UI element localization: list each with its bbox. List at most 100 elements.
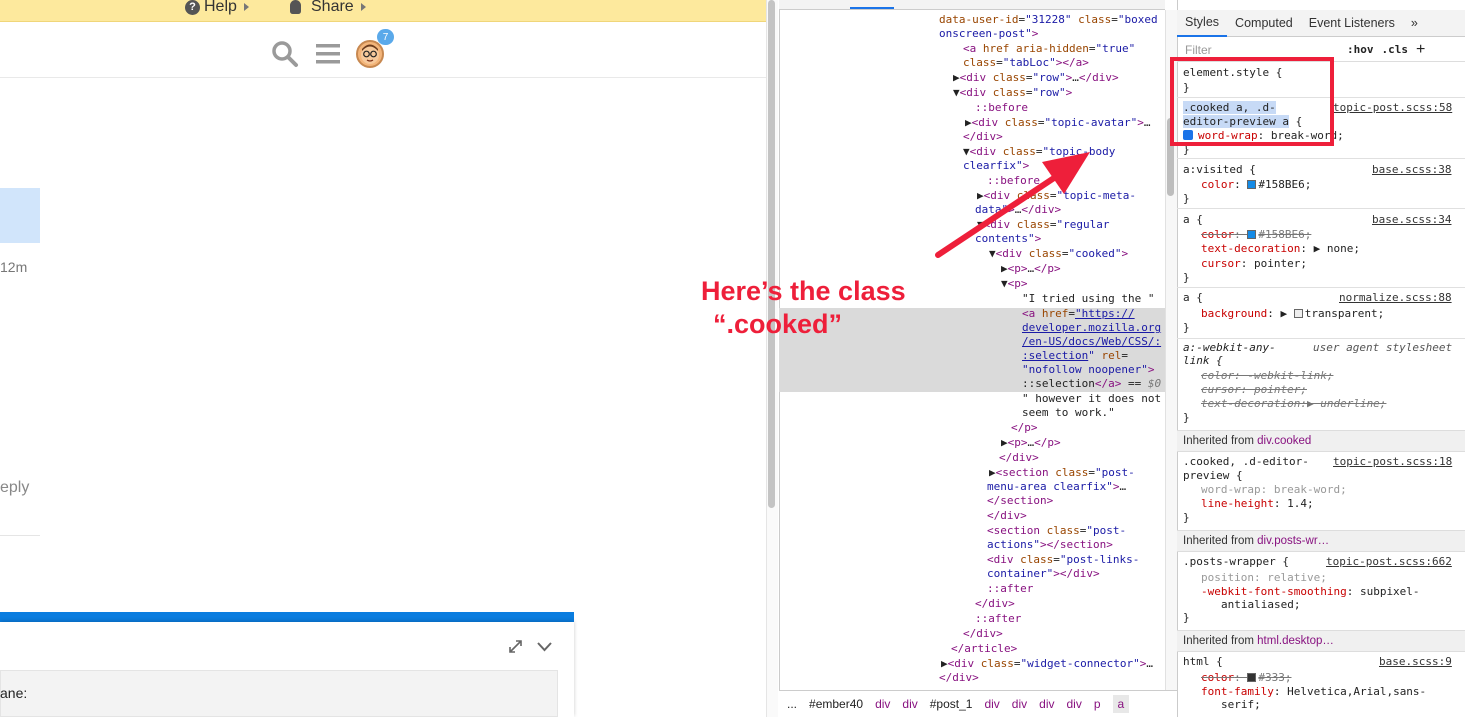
css-rule-cooked-cont[interactable]: preview {: [1183, 469, 1243, 484]
dom-line[interactable]: ::after: [975, 612, 1021, 627]
page-scrollbar-thumb[interactable]: [768, 0, 775, 508]
dom-line[interactable]: <a href aria-hidden="true": [963, 42, 1135, 57]
source-link[interactable]: topic-post.scss:58: [1333, 101, 1452, 114]
inherited-element-link[interactable]: div.cooked: [1257, 435, 1311, 447]
source-link[interactable]: normalize.scss:88: [1339, 291, 1452, 304]
css-declaration[interactable]: word-wrap: break-word;: [1201, 483, 1347, 498]
css-rule-a-normalize[interactable]: a {: [1183, 291, 1203, 306]
css-rule-webkit-any-link-cont[interactable]: link {: [1183, 354, 1223, 369]
dom-line[interactable]: ::after: [987, 582, 1033, 597]
hov-toggle[interactable]: :hov: [1347, 43, 1374, 56]
css-declaration[interactable]: color: -webkit-link;: [1201, 369, 1333, 384]
source-link[interactable]: topic-post.scss:18: [1333, 455, 1452, 468]
share-menu[interactable]: Share: [290, 0, 366, 15]
dom-line[interactable]: <a href="https://: [1022, 307, 1135, 322]
css-declaration[interactable]: text-decoration:▶ underline;: [1201, 397, 1386, 412]
dom-line[interactable]: menu-area clearfix">…: [987, 480, 1126, 495]
dom-line[interactable]: </div>: [975, 597, 1015, 612]
composer-drag-bar[interactable]: [0, 612, 574, 622]
breadcrumb-item[interactable]: div: [1012, 697, 1027, 711]
dom-line[interactable]: <section class="post-: [987, 524, 1126, 539]
breadcrumb-item[interactable]: #ember40: [809, 697, 863, 711]
source-link[interactable]: topic-post.scss:662: [1326, 555, 1452, 568]
user-avatar[interactable]: [356, 40, 384, 68]
css-declaration[interactable]: text-decoration: ▶ none;: [1201, 242, 1360, 257]
css-declaration[interactable]: color: #158BE6;: [1201, 178, 1311, 193]
cls-toggle[interactable]: .cls: [1382, 43, 1409, 56]
inherited-element-link[interactable]: div.posts-wr…: [1257, 535, 1329, 547]
dom-line[interactable]: ::before: [975, 101, 1028, 116]
css-declaration[interactable]: position: relative;: [1201, 571, 1327, 586]
breadcrumb-item-selected[interactable]: a: [1112, 695, 1130, 713]
dom-line[interactable]: </article>: [951, 642, 1017, 657]
css-declaration[interactable]: cursor: pointer;: [1201, 257, 1307, 272]
help-menu[interactable]: ? Help: [185, 0, 249, 15]
breadcrumb-item[interactable]: div: [984, 697, 999, 711]
dom-line[interactable]: container"></div>: [987, 567, 1100, 582]
dom-line[interactable]: data-user-id="31228" class="boxed: [939, 13, 1158, 28]
dom-line[interactable]: </p>: [1011, 421, 1038, 436]
dom-line[interactable]: developer.mozilla.org: [1022, 321, 1161, 336]
filter-input[interactable]: Filter: [1177, 43, 1347, 57]
breadcrumb-item[interactable]: div: [902, 697, 917, 711]
dom-line[interactable]: </div>: [999, 451, 1039, 466]
expand-icon[interactable]: [508, 639, 523, 654]
reply-link[interactable]: eply: [0, 479, 29, 497]
elements-scrollbar-thumb[interactable]: [1167, 118, 1174, 196]
dom-line[interactable]: actions"></section>: [987, 538, 1113, 553]
css-rule-cooked-a-cont[interactable]: editor-preview a {: [1183, 115, 1302, 130]
dom-line[interactable]: </div>: [939, 671, 979, 686]
breadcrumb-item[interactable]: #post_1: [930, 697, 973, 711]
breadcrumb-item[interactable]: ...: [787, 697, 797, 711]
element-style-rule[interactable]: element.style { }: [1183, 66, 1282, 95]
add-rule-button[interactable]: +: [1416, 41, 1425, 59]
more-tabs-icon[interactable]: »: [1403, 16, 1426, 30]
dom-line[interactable]: seem to work.": [1022, 406, 1115, 421]
composer-title-area[interactable]: [0, 670, 558, 717]
source-link[interactable]: base.scss:34: [1372, 213, 1451, 226]
breadcrumb-item[interactable]: div: [1039, 697, 1054, 711]
inherited-element-link[interactable]: html.desktop…: [1257, 635, 1334, 647]
elements-scrollbar[interactable]: [1165, 10, 1177, 690]
search-icon[interactable]: [271, 40, 299, 68]
dom-line[interactable]: ::selection</a> == $0: [1022, 377, 1161, 392]
css-declaration[interactable]: color: #333;: [1201, 671, 1292, 686]
dom-line[interactable]: /en-US/docs/Web/CSS/:: [1022, 335, 1161, 350]
notification-badge[interactable]: 7: [377, 29, 394, 45]
dom-line[interactable]: <div class="post-links-: [987, 553, 1139, 568]
source-link[interactable]: base.scss:9: [1379, 655, 1452, 668]
dom-line[interactable]: onscreen-post">: [939, 27, 1038, 42]
dom-line[interactable]: "I tried using the ": [1022, 292, 1154, 307]
css-rule-cooked[interactable]: .cooked, .d-editor-: [1183, 455, 1309, 470]
dom-line[interactable]: ▶<section class="post-: [989, 466, 1135, 481]
css-declaration[interactable]: background: ▶ transparent;: [1201, 307, 1384, 322]
breadcrumb-item[interactable]: p: [1094, 697, 1101, 711]
dom-line[interactable]: class="tabLoc"></a>: [963, 56, 1089, 71]
css-declaration[interactable]: word-wrap: break-word;: [1183, 129, 1344, 144]
dom-line[interactable]: ▼<div class="row">: [953, 86, 1072, 101]
dom-line[interactable]: ▶<p>…</p>: [1001, 436, 1061, 451]
breadcrumb-item[interactable]: div: [875, 697, 890, 711]
dom-line[interactable]: </section>: [987, 494, 1053, 509]
css-rule-posts-wrapper[interactable]: .posts-wrapper {: [1183, 555, 1289, 570]
color-swatch[interactable]: [1247, 180, 1257, 189]
dom-line[interactable]: </div>: [963, 627, 1003, 642]
chevron-down-icon[interactable]: [537, 641, 552, 652]
css-declaration[interactable]: cursor: pointer;: [1201, 383, 1307, 398]
dom-line[interactable]: :selection" rel=: [1022, 349, 1128, 364]
source-link[interactable]: base.scss:38: [1372, 163, 1451, 176]
dom-line[interactable]: ▶<div class="widget-connector">…: [941, 657, 1153, 672]
checkbox-icon[interactable]: [1183, 130, 1193, 140]
dom-line[interactable]: "nofollow noopener">: [1022, 363, 1154, 378]
dom-line[interactable]: ▼<p>: [1001, 277, 1028, 292]
css-declaration[interactable]: color: #158BE6;: [1201, 228, 1311, 243]
tab-event-listeners[interactable]: Event Listeners: [1301, 16, 1403, 30]
css-rule-a-visited[interactable]: a:visited {: [1183, 163, 1256, 178]
css-declaration[interactable]: line-height: 1.4;: [1201, 497, 1314, 512]
tab-computed[interactable]: Computed: [1227, 16, 1301, 30]
tab-styles[interactable]: Styles: [1177, 10, 1228, 37]
hamburger-menu-icon[interactable]: [315, 42, 341, 66]
dom-line[interactable]: ▶<div class="row">…</div>: [953, 71, 1119, 86]
css-rule-html[interactable]: html {: [1183, 655, 1223, 670]
dom-line[interactable]: ▶<div class="topic-avatar">…: [965, 116, 1150, 131]
